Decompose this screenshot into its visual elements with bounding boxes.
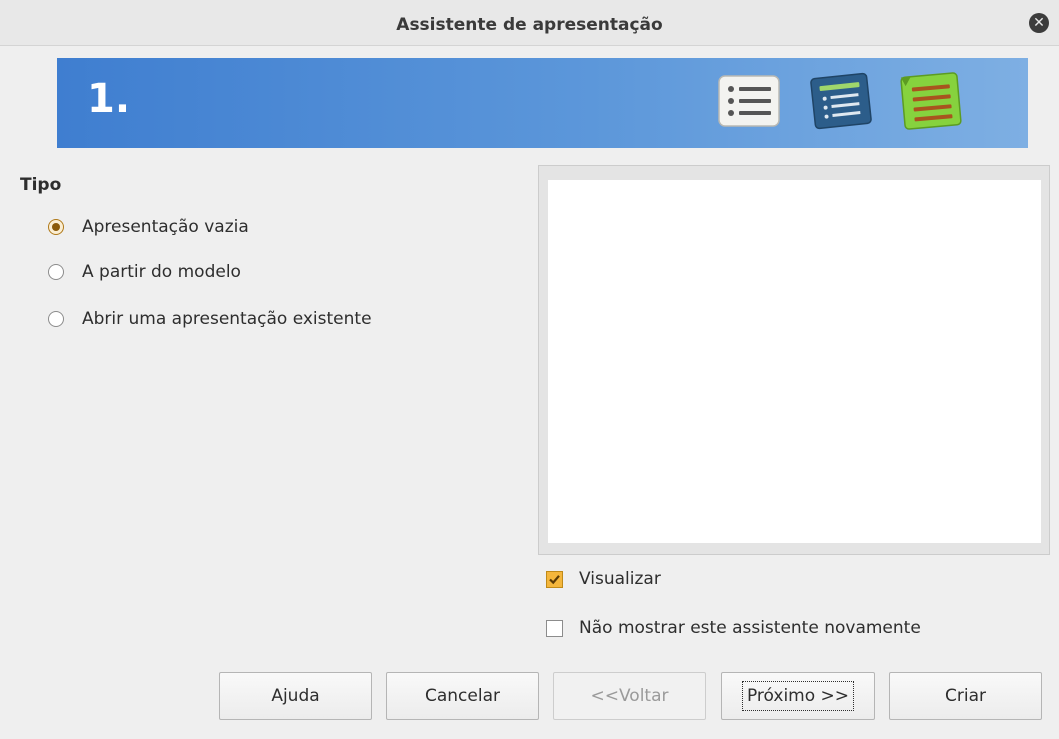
preview-checkbox-label: Visualizar	[579, 569, 661, 589]
radio-label: Abrir uma apresentação existente	[82, 309, 372, 329]
cancel-button[interactable]: Cancelar	[386, 672, 539, 720]
radio-open-existing[interactable]: Abrir uma apresentação existente	[48, 307, 372, 331]
dialog-title: Assistente de apresentação	[396, 15, 663, 35]
close-icon[interactable]: ✕	[1029, 13, 1049, 33]
create-button[interactable]: Criar	[889, 672, 1042, 720]
help-button-label: Ajuda	[271, 686, 320, 706]
dont-show-checkbox-label: Não mostrar este assistente novamente	[579, 618, 921, 638]
radio-empty-presentation[interactable]: Apresentação vazia	[48, 215, 249, 239]
preview-canvas	[548, 180, 1041, 543]
blue-outline-document-icon	[810, 72, 872, 130]
radio-button[interactable]	[48, 311, 64, 327]
radio-label: Apresentação vazia	[82, 217, 249, 237]
preview-panel	[538, 165, 1050, 555]
next-button[interactable]: Próximo >>	[721, 672, 875, 720]
preview-checkbox-row[interactable]: Visualizar	[546, 567, 661, 591]
green-outline-document-icon	[900, 72, 962, 130]
radio-button[interactable]	[48, 264, 64, 280]
radio-label: A partir do modelo	[82, 262, 241, 282]
help-button[interactable]: Ajuda	[219, 672, 372, 720]
list-document-icon	[718, 75, 780, 127]
step-banner: 1.	[57, 58, 1028, 148]
next-button-label: Próximo >>	[741, 681, 855, 711]
preview-checkbox[interactable]	[546, 570, 563, 588]
step-number: 1.	[87, 76, 131, 122]
dont-show-checkbox-row[interactable]: Não mostrar este assistente novamente	[546, 616, 921, 640]
back-button-label: <<Voltar	[590, 686, 669, 706]
radio-button-checked[interactable]	[48, 219, 64, 235]
radio-from-template[interactable]: A partir do modelo	[48, 260, 241, 284]
create-button-label: Criar	[945, 686, 986, 706]
checkmark-icon	[549, 574, 560, 584]
dont-show-checkbox[interactable]	[546, 619, 563, 637]
back-button[interactable]: <<Voltar	[553, 672, 706, 720]
cancel-button-label: Cancelar	[425, 686, 500, 706]
title-bar: Assistente de apresentação ✕	[0, 0, 1059, 46]
type-group-label: Tipo	[20, 175, 62, 195]
